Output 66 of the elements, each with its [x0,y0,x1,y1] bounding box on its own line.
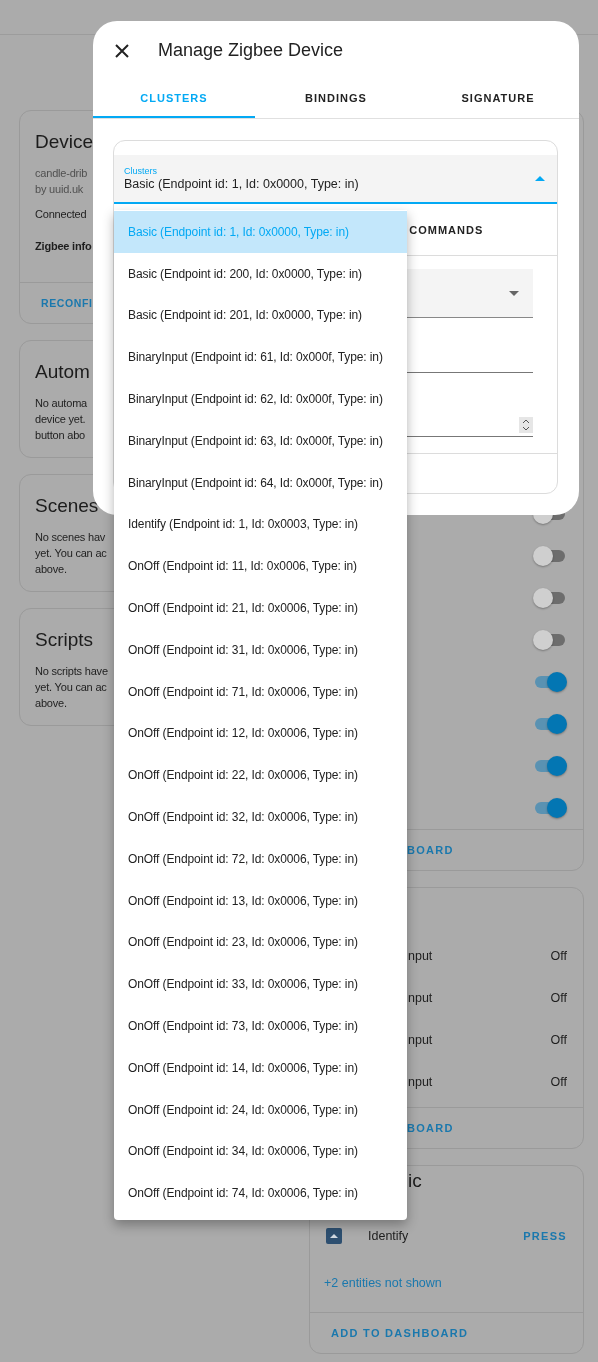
toggle-switch[interactable] [533,798,567,818]
description-line: device yet. [35,412,86,427]
zigbee-info-heading: Zigbee info [35,239,92,254]
button-entity-icon [326,1228,342,1244]
menu-option[interactable]: OnOff (Endpoint id: 11, Id: 0x0006, Type: in) [114,545,407,588]
menu-option[interactable]: OnOff (Endpoint id: 22, Id: 0x0006, Type: in) [114,754,407,797]
toggle-switch[interactable] [533,630,567,650]
sensor-state: Off [550,1075,567,1089]
menu-option[interactable]: OnOff (Endpoint id: 33, Id: 0x0006, Type: in) [114,963,407,1006]
description-line: above. [35,562,67,577]
menu-option[interactable]: OnOff (Endpoint id: 23, Id: 0x0006, Type: in) [114,921,407,964]
sensor-name: nput [408,1033,433,1047]
sensor-state: Off [550,949,567,963]
menu-option[interactable]: OnOff (Endpoint id: 72, Id: 0x0006, Type: in) [114,837,407,880]
cluster-select[interactable]: Clusters Basic (Endpoint id: 1, Id: 0x0000, Type: in) [114,155,557,204]
toggle-switch[interactable] [533,672,567,692]
sensor-name: nput [408,991,433,1005]
menu-option[interactable]: OnOff (Endpoint id: 74, Id: 0x0006, Type: in) [114,1172,407,1215]
menu-option[interactable]: OnOff (Endpoint id: 12, Id: 0x0006, Type: in) [114,712,407,755]
menu-option[interactable]: BinaryInput (Endpoint id: 62, Id: 0x000f, Type: in) [114,378,407,420]
menu-option[interactable]: BinaryInput (Endpoint id: 61, Id: 0x000f, Type: in) [114,336,407,379]
menu-option[interactable]: OnOff (Endpoint id: 13, Id: 0x0006, Type: in) [114,879,407,922]
sensor-state: Off [550,991,567,1005]
toggle-switch[interactable] [533,756,567,776]
menu-option[interactable]: Basic (Endpoint id: 201, Id: 0x0000, Type: in) [114,294,407,337]
description-line: above. [35,696,67,711]
card-title: Scenes [35,494,99,518]
toggle-switch[interactable] [533,714,567,734]
sensor-name: nput [408,1075,433,1089]
sensor-state: Off [550,1033,567,1047]
dialog-title: Manage Zigbee Device [158,40,344,61]
caret-icon [509,290,519,296]
caret-icon [535,176,545,181]
card-title: Device [35,130,94,154]
card-title: Autom [35,360,90,384]
device-detail: candle-drib [35,166,88,181]
menu-option[interactable]: OnOff (Endpoint id: 32, Id: 0x0006, Type: in) [114,796,407,838]
card-title: Scripts [35,628,94,652]
card-title: ic [408,1169,422,1193]
close-icon[interactable] [115,43,129,58]
menu-option[interactable]: Identify (Endpoint id: 1, Id: 0x0003, Type: in) [114,503,407,546]
sensor-name: nput [408,949,433,963]
menu-option[interactable]: OnOff (Endpoint id: 73, Id: 0x0006, Type: in) [114,1005,407,1047]
toggle-switch[interactable] [533,546,567,566]
description-line: No automa [35,396,87,411]
menu-option[interactable]: OnOff (Endpoint id: 34, Id: 0x0006, Type: in) [114,1130,407,1173]
description-line: button abo [35,428,85,443]
tab[interactable]: SIGNATURE [417,80,579,118]
menu-option[interactable]: OnOff (Endpoint id: 21, Id: 0x0006, Type: in) [114,587,407,629]
menu-option[interactable]: BinaryInput (Endpoint id: 64, Id: 0x000f, Type: in) [114,461,407,504]
entity-name: Identify [368,1229,410,1243]
menu-option[interactable]: Basic (Endpoint id: 200, Id: 0x0000, Type: in) [114,252,407,295]
menu-option[interactable]: OnOff (Endpoint id: 14, Id: 0x0006, Type: in) [114,1046,407,1089]
description-line: No scenes hav [35,530,106,545]
menu-option[interactable]: OnOff (Endpoint id: 24, Id: 0x0006, Type: in) [114,1088,407,1131]
spinner-icon[interactable] [522,419,530,431]
device-detail: by uuid.uk [35,182,84,197]
menu-option[interactable]: OnOff (Endpoint id: 31, Id: 0x0006, Type: in) [114,628,407,671]
tab[interactable]: BINDINGS [255,80,417,118]
connection-text: Connected [35,207,87,222]
menu-option[interactable]: BinaryInput (Endpoint id: 63, Id: 0x000f, Type: in) [114,420,407,462]
description-line: No scripts have [35,664,108,679]
description-line: yet. You can ac [35,546,107,561]
toggle-switch[interactable] [533,588,567,608]
menu-option[interactable]: OnOff (Endpoint id: 71, Id: 0x0006, Type: in) [114,670,407,713]
description-line: yet. You can ac [35,680,107,695]
